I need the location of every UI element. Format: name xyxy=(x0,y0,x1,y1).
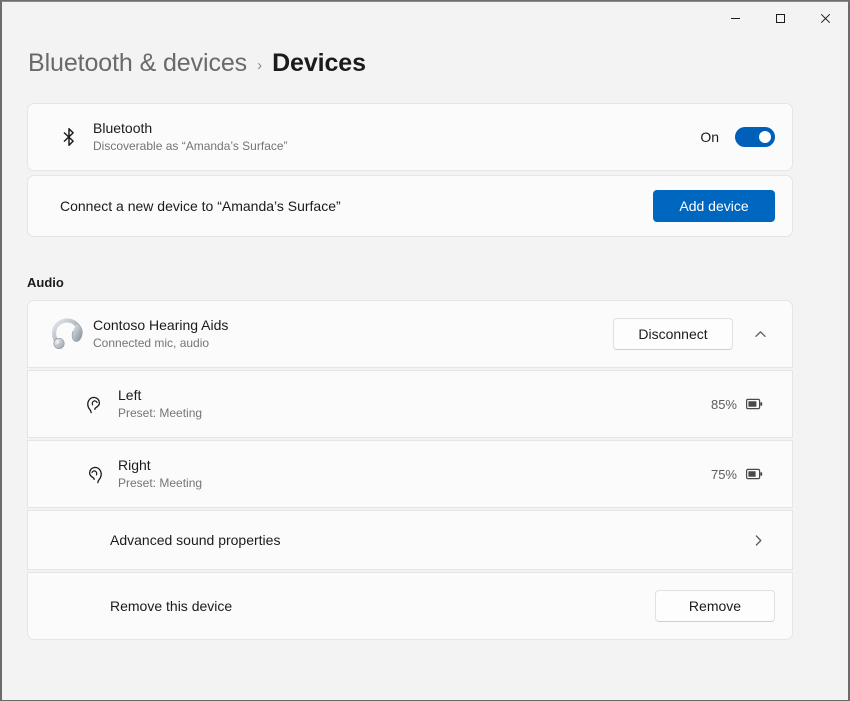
add-device-button[interactable]: Add device xyxy=(653,190,775,222)
chevron-right-icon xyxy=(752,534,765,547)
page-title: Devices xyxy=(272,49,366,78)
ear-left-icon xyxy=(70,394,118,415)
maximize-button[interactable] xyxy=(758,2,803,35)
settings-window: Bluetooth & devices › Devices Bluetooth … xyxy=(1,1,849,701)
add-device-card: Connect a new device to “Amanda’s Surfac… xyxy=(27,175,793,237)
battery-percent: 75% xyxy=(711,467,737,482)
device-actions: Disconnect xyxy=(613,318,775,350)
bluetooth-toggle-state-label: On xyxy=(700,129,719,145)
channel-name: Left xyxy=(118,386,711,404)
close-icon xyxy=(820,13,831,24)
audio-section-heading: Audio xyxy=(27,275,793,290)
battery-status: 75% xyxy=(711,467,775,482)
add-device-label: Connect a new device to “Amanda’s Surfac… xyxy=(45,198,653,214)
advanced-sound-properties-label: Advanced sound properties xyxy=(45,532,752,548)
channel-texts: Left Preset: Meeting xyxy=(118,386,711,422)
bluetooth-subtitle: Discoverable as “Amanda’s Surface” xyxy=(93,138,700,155)
device-texts: Contoso Hearing Aids Connected mic, audi… xyxy=(93,316,613,352)
device-status: Connected mic, audio xyxy=(93,335,613,352)
channel-row: Right Preset: Meeting 75% xyxy=(27,440,793,508)
advanced-sound-properties-row[interactable]: Advanced sound properties xyxy=(27,510,793,570)
battery-icon xyxy=(746,398,763,410)
breadcrumb: Bluetooth & devices › Devices xyxy=(2,35,848,78)
ear-right-icon xyxy=(70,464,118,485)
chevron-up-icon xyxy=(754,328,767,341)
remove-button[interactable]: Remove xyxy=(655,590,775,622)
device-header-row: Contoso Hearing Aids Connected mic, audi… xyxy=(27,300,793,368)
title-bar xyxy=(2,2,848,35)
bluetooth-icon xyxy=(45,126,93,148)
battery-status: 85% xyxy=(711,397,775,412)
battery-percent: 85% xyxy=(711,397,737,412)
device-name: Contoso Hearing Aids xyxy=(93,316,613,334)
advanced-chevron xyxy=(752,534,775,547)
channel-row: Left Preset: Meeting 85% xyxy=(27,370,793,438)
bluetooth-toggle-group: On xyxy=(700,127,775,147)
hearing-aid-icon xyxy=(45,317,93,351)
close-button[interactable] xyxy=(803,2,848,35)
channel-name: Right xyxy=(118,456,711,474)
remove-device-label: Remove this device xyxy=(45,598,655,614)
breadcrumb-separator-icon: › xyxy=(257,53,262,74)
maximize-icon xyxy=(775,13,786,24)
bluetooth-title: Bluetooth xyxy=(93,119,700,137)
channel-preset: Preset: Meeting xyxy=(118,405,711,422)
bluetooth-card: Bluetooth Discoverable as “Amanda’s Surf… xyxy=(27,103,793,171)
settings-content: Bluetooth Discoverable as “Amanda’s Surf… xyxy=(2,103,848,640)
minimize-icon xyxy=(730,13,741,24)
bluetooth-toggle[interactable] xyxy=(735,127,775,147)
hearing-aid-device-group: Contoso Hearing Aids Connected mic, audi… xyxy=(27,300,793,640)
channel-preset: Preset: Meeting xyxy=(118,475,711,492)
minimize-button[interactable] xyxy=(713,2,758,35)
bluetooth-texts: Bluetooth Discoverable as “Amanda’s Surf… xyxy=(93,119,700,155)
disconnect-button[interactable]: Disconnect xyxy=(613,318,733,350)
battery-icon xyxy=(746,468,763,480)
breadcrumb-parent-link[interactable]: Bluetooth & devices xyxy=(28,49,247,78)
remove-device-row: Remove this device Remove xyxy=(27,572,793,640)
device-collapse-button[interactable] xyxy=(745,319,775,349)
toggle-knob xyxy=(759,131,771,143)
channel-texts: Right Preset: Meeting xyxy=(118,456,711,492)
